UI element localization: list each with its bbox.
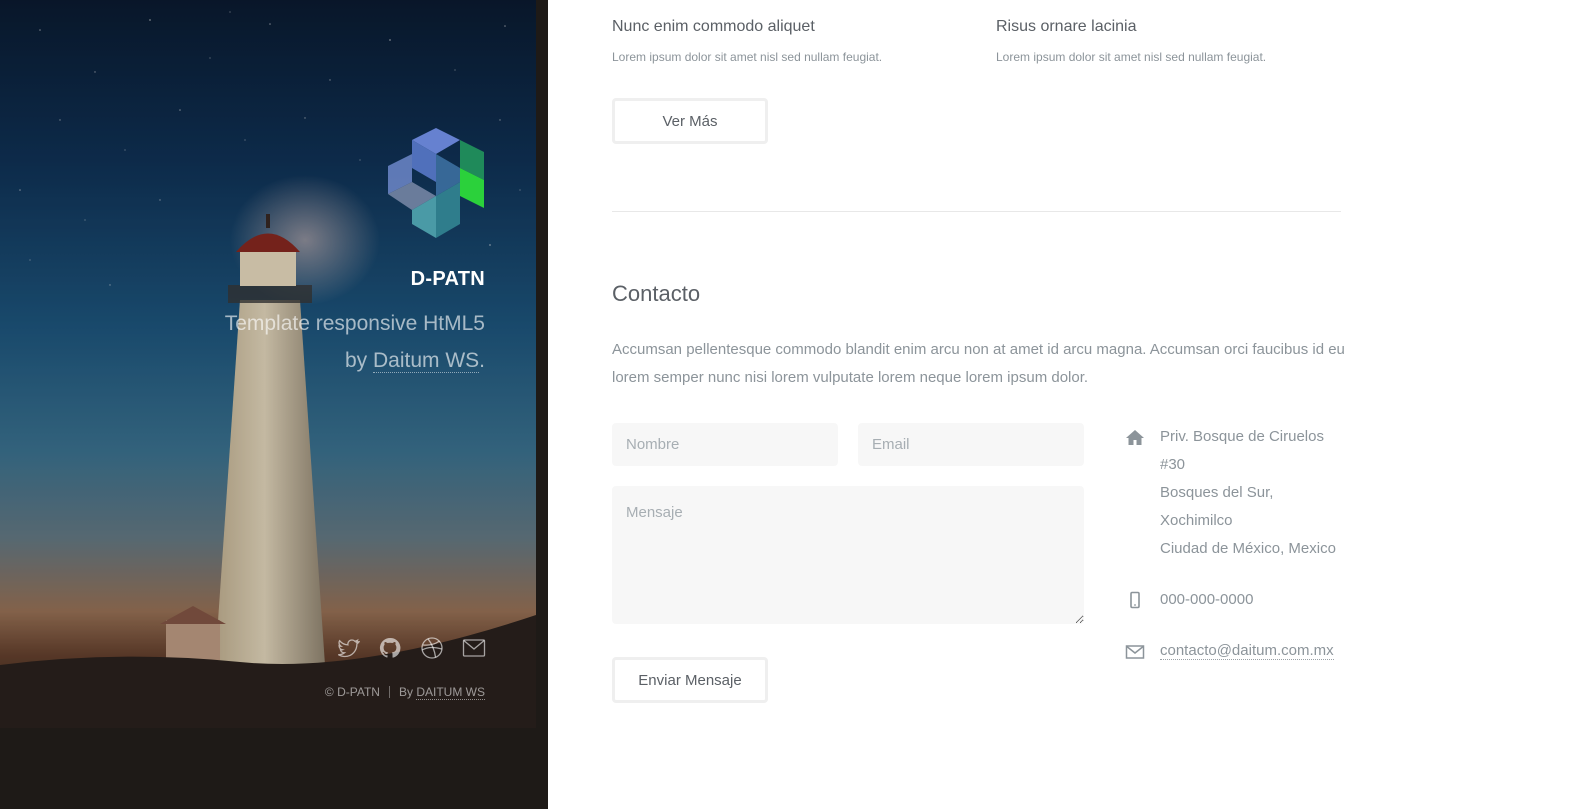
dribbble-icon[interactable]	[420, 636, 444, 660]
email-address: contacto@daitum.com.mx	[1160, 637, 1334, 665]
address-line: Priv. Bosque de Ciruelos	[1160, 428, 1324, 445]
send-message-button[interactable]: Enviar Mensaje	[612, 657, 768, 703]
address-line: #30	[1160, 456, 1186, 473]
address-line: Bosques del Sur,	[1160, 484, 1274, 501]
envelope-icon[interactable]	[462, 636, 486, 660]
contact-title: Contacto	[612, 281, 701, 306]
copyright: © D-PATN By DAITUM WS	[324, 685, 485, 700]
social-links	[336, 636, 486, 660]
section-divider	[612, 211, 1341, 212]
site-logo	[388, 128, 484, 238]
author-link[interactable]: Daitum WS	[372, 349, 480, 373]
credit-by: By	[398, 685, 413, 699]
email-input[interactable]	[858, 423, 1084, 466]
tagline-credit: by Daitum WS.	[185, 342, 485, 379]
contact-description: Accumsan pellentesque commodo blandit en…	[612, 341, 1345, 386]
email-link[interactable]: contacto@daitum.com.mx	[1160, 642, 1334, 660]
site-tagline: Template responsive HtML5 by Daitum WS.	[185, 305, 485, 379]
mobile-icon	[1130, 591, 1140, 609]
address-line: Xochimilco	[1160, 512, 1233, 529]
feature-text: Lorem ipsum dolor sit amet nisl sed null…	[612, 50, 883, 64]
name-input[interactable]	[612, 423, 838, 466]
envelope-icon	[1125, 645, 1145, 659]
twitter-icon[interactable]	[336, 636, 361, 660]
home-icon	[1126, 430, 1144, 445]
copyright-text: © D-PATN	[324, 685, 380, 699]
tagline-period: .	[479, 349, 485, 372]
site-title: D-PATN	[410, 268, 485, 290]
feature-title: Risus ornare lacinia	[996, 18, 1137, 35]
address: Priv. Bosque de Ciruelos #30 Bosques del…	[1160, 423, 1336, 563]
feature-text: Lorem ipsum dolor sit amet nisl sed null…	[996, 50, 1267, 64]
credit-link[interactable]: DAITUM WS	[416, 685, 485, 700]
lighthouse-background: D-PATN Template responsive HtML5 by Dait…	[0, 0, 536, 728]
feature-title: Nunc enim commodo aliquet	[612, 18, 815, 35]
address-line: Ciudad de México, Mexico	[1160, 540, 1336, 557]
tagline-line: Template responsive HtML5	[224, 312, 485, 335]
github-icon[interactable]	[378, 636, 402, 660]
message-textarea[interactable]	[612, 486, 1084, 624]
phone-number: 000-000-0000	[1160, 591, 1254, 608]
more-button[interactable]: Ver Más	[612, 98, 768, 144]
site-header: D-PATN Template responsive HtML5 by Dait…	[0, 0, 548, 809]
tagline-by: by	[344, 349, 368, 372]
